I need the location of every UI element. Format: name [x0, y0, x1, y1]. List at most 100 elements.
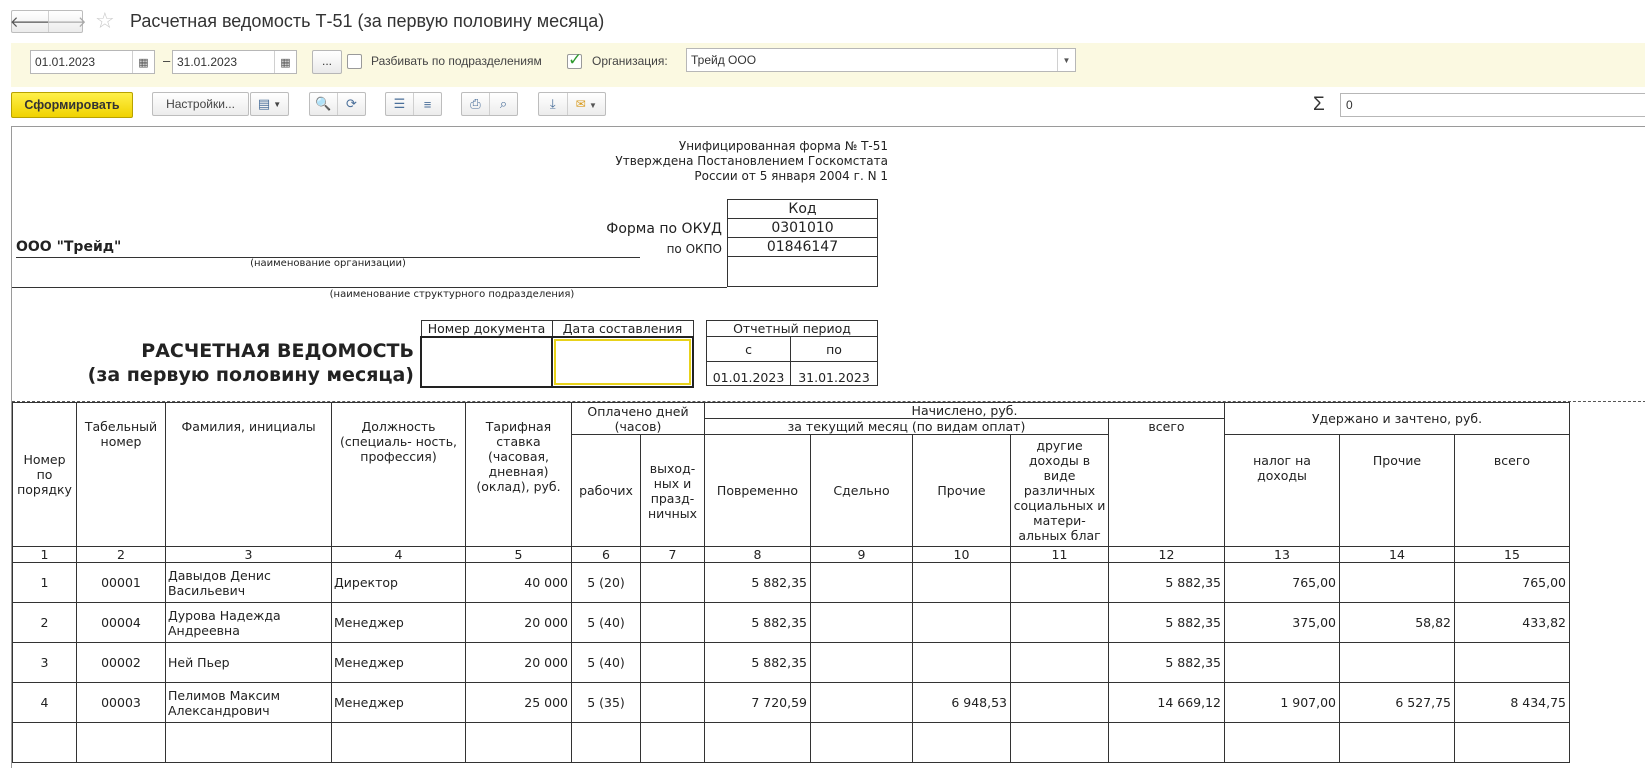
cell-rate[interactable]: 20 000 [465, 642, 572, 683]
cell-withheld-other[interactable] [1339, 642, 1455, 683]
expand-groups-icon[interactable]: ☰ [386, 96, 413, 112]
cell-work[interactable]: 5 (35) [571, 682, 641, 723]
date-to-field[interactable]: 31.01.2023 ▦ [172, 50, 297, 74]
cell-holiday[interactable] [640, 562, 705, 603]
cell-withheld-other[interactable]: 58,82 [1339, 602, 1455, 643]
back-button[interactable]: 🡐 [10, 11, 50, 32]
organization-select[interactable]: Трейд ООО ▼ [686, 48, 1076, 72]
cell-num[interactable]: 4 [12, 682, 77, 723]
period-select-button[interactable]: ... [312, 50, 342, 74]
cell-piece[interactable] [810, 642, 913, 683]
cell-position[interactable]: Менеджер [331, 602, 466, 643]
cell-work[interactable]: 5 (40) [571, 642, 641, 683]
report-variant-icon: ▤ [257, 96, 271, 111]
cell-position[interactable]: Директор [331, 562, 466, 603]
cell-withheld-total[interactable]: 765,00 [1454, 562, 1570, 603]
date-from-field[interactable]: 01.01.2023 ▦ [30, 50, 155, 74]
settings-button[interactable]: Настройки... [152, 92, 249, 116]
chevron-down-icon[interactable]: ▼ [1057, 49, 1075, 71]
organization-checkbox[interactable] [567, 50, 582, 70]
sum-field[interactable]: 0 [1340, 93, 1645, 117]
cell-tab[interactable]: 00003 [76, 682, 166, 723]
cell-other[interactable]: 6 948,53 [912, 682, 1011, 723]
cell-social[interactable] [1010, 642, 1109, 683]
star-icon[interactable]: ☆ [95, 8, 115, 34]
cell-withheld-total[interactable]: 8 434,75 [1454, 682, 1570, 723]
cell-time[interactable]: 7 720,59 [704, 682, 811, 723]
doc-number-cell[interactable] [420, 336, 553, 388]
cell-time[interactable]: 5 882,35 [704, 602, 811, 643]
cell-withheld-other[interactable] [1339, 562, 1455, 603]
mail-icon[interactable]: ✉ ▼ [568, 97, 605, 111]
cell-tax[interactable]: 1 907,00 [1224, 682, 1340, 723]
cell-tab[interactable]: 00001 [76, 562, 166, 603]
cell-tax[interactable] [1224, 642, 1340, 683]
table-row[interactable]: 2 00004 Дурова Надежда Андреевна Менедже… [12, 602, 1570, 643]
group-buttons: ☰ ≡ [385, 92, 442, 116]
col-number: 2 [76, 546, 166, 563]
cell-withheld-total[interactable] [1454, 642, 1570, 683]
download-icon[interactable]: ⤓ [539, 96, 567, 112]
cell-rate[interactable]: 20 000 [465, 602, 572, 643]
cell-fio[interactable]: Пелимов Максим Александрович [165, 682, 332, 723]
table-row[interactable]: 1 00001 Давыдов Денис Васильевич Директо… [12, 562, 1570, 603]
collapse-groups-icon[interactable]: ≡ [414, 97, 441, 112]
cell-tab[interactable]: 00004 [76, 602, 166, 643]
cell-social[interactable] [1010, 682, 1109, 723]
table-row[interactable]: 4 00003 Пелимов Максим Александрович Мен… [12, 682, 1570, 723]
cell-social[interactable] [1010, 562, 1109, 603]
forward-button[interactable]: 🡒 [46, 11, 87, 32]
split-checkbox[interactable] [347, 54, 362, 69]
cell-fio[interactable]: Ней Пьер [165, 642, 332, 683]
cell-position[interactable]: Менеджер [331, 682, 466, 723]
cell-other[interactable] [912, 642, 1011, 683]
cell-num[interactable]: 1 [12, 562, 77, 603]
cell-tax[interactable]: 765,00 [1224, 562, 1340, 603]
cell-total[interactable]: 5 882,35 [1108, 602, 1225, 643]
cell-time[interactable]: 5 882,35 [704, 642, 811, 683]
cell-num[interactable]: 2 [12, 602, 77, 643]
cell-withheld-total[interactable]: 433,82 [1454, 602, 1570, 643]
cell-tab[interactable]: 00002 [76, 642, 166, 683]
cell-other[interactable] [912, 562, 1011, 603]
doc-date-cell[interactable] [551, 336, 694, 388]
cell-position[interactable]: Менеджер [331, 642, 466, 683]
header-position: Должность (специаль- ность, профессия) [331, 402, 466, 547]
print-icon[interactable]: ⎙ [462, 96, 489, 112]
calendar-icon[interactable]: ▦ [132, 51, 154, 73]
col-number: 1 [12, 546, 77, 563]
cell-withheld-other[interactable]: 6 527,75 [1339, 682, 1455, 723]
cell-num[interactable]: 3 [12, 642, 77, 683]
search-replace-icon[interactable]: ⟳ [338, 96, 365, 112]
cell-total[interactable]: 5 882,35 [1108, 642, 1225, 683]
cell-holiday[interactable] [640, 602, 705, 643]
cell-work[interactable]: 5 (40) [571, 602, 641, 643]
variants-button[interactable]: ▤ ▼ [250, 92, 289, 116]
cell-holiday[interactable] [640, 682, 705, 723]
table-row[interactable]: 3 00002 Ней Пьер Менеджер 20 000 5 (40) … [12, 642, 1570, 683]
table-row[interactable] [12, 722, 1570, 763]
search-icon[interactable]: 🔍 [310, 96, 337, 112]
cell-work[interactable]: 5 (20) [571, 562, 641, 603]
cell-piece[interactable] [810, 602, 913, 643]
cell-fio[interactable]: Давыдов Денис Васильевич [165, 562, 332, 603]
generate-button[interactable]: Сформировать [11, 92, 133, 118]
cell-rate[interactable]: 40 000 [465, 562, 572, 603]
cell-time[interactable]: 5 882,35 [704, 562, 811, 603]
cell-piece[interactable] [810, 682, 913, 723]
calendar-icon[interactable]: ▦ [274, 51, 296, 73]
cell-social[interactable] [1010, 602, 1109, 643]
cell-fio[interactable]: Дурова Надежда Андреевна [165, 602, 332, 643]
cell-other[interactable] [912, 602, 1011, 643]
cell-holiday[interactable] [640, 642, 705, 683]
cell-rate[interactable]: 25 000 [465, 682, 572, 723]
cell-piece[interactable] [810, 562, 913, 603]
report-spreadsheet[interactable]: Унифицированная форма № Т-51 Утверждена … [11, 126, 1645, 768]
col-number: 14 [1339, 546, 1455, 563]
okpo-label: по ОКПО [666, 242, 722, 256]
cell-total[interactable]: 5 882,35 [1108, 562, 1225, 603]
cell-total[interactable]: 14 669,12 [1108, 682, 1225, 723]
header-other-pay: Прочие [912, 434, 1011, 547]
cell-tax[interactable]: 375,00 [1224, 602, 1340, 643]
print-preview-icon[interactable]: ⌕ [490, 96, 517, 112]
